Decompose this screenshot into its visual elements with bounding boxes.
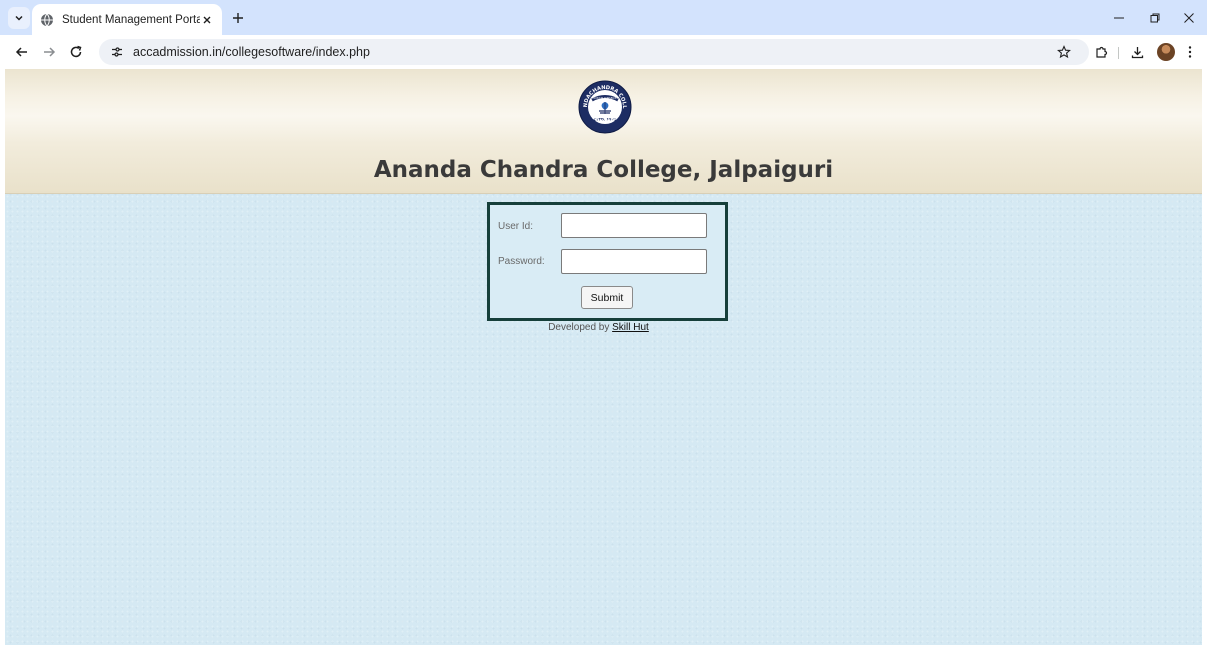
kebab-menu-icon [1188, 46, 1192, 58]
page-viewport: ANANDACHANDRA COLLEGE TRUST IN OURSELVES… [5, 69, 1202, 645]
developer-link[interactable]: Skill Hut [612, 322, 649, 333]
address-url: accadmission.in/collegesoftware/index.ph… [133, 45, 370, 59]
browser-menu-button[interactable] [1180, 42, 1200, 62]
close-icon [1184, 13, 1194, 23]
developed-by-text: Developed by [548, 322, 610, 333]
close-window-button[interactable] [1179, 8, 1199, 28]
browser-toolbar: accadmission.in/collegesoftware/index.ph… [0, 35, 1207, 69]
downloads-button[interactable] [1127, 42, 1147, 62]
address-bar[interactable]: accadmission.in/collegesoftware/index.ph… [99, 39, 1089, 65]
password-input[interactable] [561, 249, 707, 274]
minimize-button[interactable] [1109, 8, 1129, 28]
password-label: Password: [498, 256, 545, 267]
new-tab-button[interactable] [229, 9, 247, 27]
tune-icon[interactable] [107, 42, 127, 62]
back-arrow-icon [15, 47, 27, 57]
browser-tab[interactable]: Student Management Portal [32, 4, 222, 35]
tab-close-button[interactable] [200, 13, 214, 27]
login-form: User Id: Password: Submit [487, 202, 728, 321]
user-id-input[interactable] [561, 213, 707, 238]
college-title: Ananda Chandra College, Jalpaiguri [373, 157, 834, 183]
plus-icon [233, 13, 243, 23]
user-id-label: User Id: [498, 221, 534, 232]
close-icon [203, 16, 211, 23]
submit-button[interactable]: Submit [581, 286, 633, 309]
reload-icon [70, 45, 82, 58]
toolbar-separator [1118, 47, 1119, 59]
tab-search-button[interactable] [8, 7, 30, 29]
logo-ribbon-text: TRUST IN OURSELVES [592, 97, 618, 100]
restore-button[interactable] [1145, 8, 1165, 28]
download-icon [1131, 46, 1143, 58]
forward-button[interactable] [39, 42, 59, 62]
tab-title: Student Management Portal [62, 13, 200, 26]
site-header: ANANDACHANDRA COLLEGE TRUST IN OURSELVES… [5, 69, 1202, 194]
browser-tab-strip: Student Management Portal [0, 0, 1207, 35]
developer-credit: Developed by Skill Hut [0, 322, 1207, 333]
globe-icon [40, 13, 54, 27]
reload-button[interactable] [66, 42, 86, 62]
restore-icon [1150, 13, 1160, 23]
profile-avatar[interactable] [1157, 43, 1175, 61]
college-logo: ANANDACHANDRA COLLEGE TRUST IN OURSELVES… [576, 76, 632, 134]
minimize-icon [1114, 17, 1124, 19]
back-button[interactable] [12, 42, 32, 62]
chevron-down-icon [15, 15, 23, 21]
puzzle-icon [1095, 46, 1107, 58]
bookmark-star-button[interactable] [1055, 43, 1073, 61]
forward-arrow-icon [44, 47, 56, 57]
extensions-button[interactable] [1091, 42, 1111, 62]
star-icon [1057, 45, 1071, 59]
